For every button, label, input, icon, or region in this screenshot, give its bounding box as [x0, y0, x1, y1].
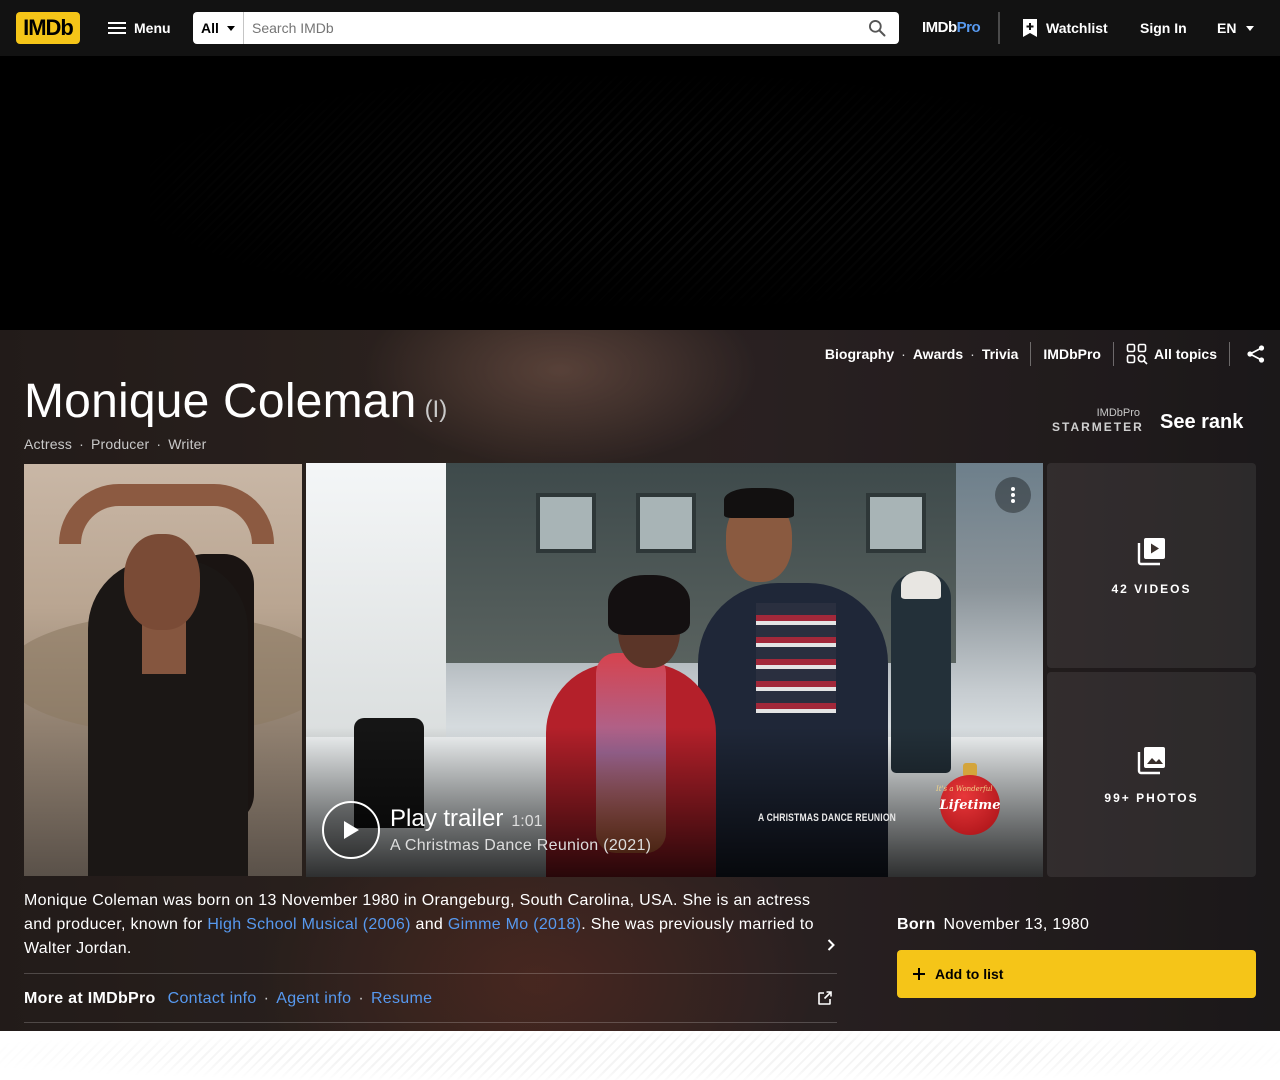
contact-info-link[interactable]: Contact info [168, 990, 257, 1008]
role-item: Actress [24, 436, 73, 452]
search-category-dropdown[interactable]: All [193, 12, 244, 44]
search-icon[interactable] [861, 12, 893, 44]
search-input[interactable] [244, 13, 861, 43]
bio-summary[interactable]: Monique Coleman was born on 13 November … [24, 889, 824, 961]
imdbpro-logo[interactable]: IMDbPro [922, 19, 981, 36]
dot-separator: · [263, 990, 270, 1007]
bio-text-2: and [410, 916, 448, 933]
watchlist-label: Watchlist [1046, 20, 1108, 36]
dot-separator: · [79, 436, 84, 452]
all-topics-label: All topics [1153, 346, 1217, 362]
more-options-icon[interactable] [995, 477, 1031, 513]
sign-in-button[interactable]: Sign In [1140, 12, 1187, 44]
imdb-logo[interactable]: IMDb [16, 12, 80, 44]
ad-banner [0, 56, 1280, 330]
plus-icon [913, 968, 925, 980]
caret-down-icon [226, 25, 235, 31]
watchlist-button[interactable]: Watchlist [1022, 12, 1108, 44]
videos-tile[interactable]: 42 VIDEOS [1047, 463, 1256, 668]
subnav-divider [1112, 342, 1114, 366]
more-at-imdbpro-label: More at IMDbPro [24, 990, 156, 1007]
subnav-divider [1030, 342, 1032, 366]
imdbpro-logo-imdb: IMDb [922, 19, 957, 36]
search-bar: All [193, 12, 899, 44]
photos-tile[interactable]: 99+ PHOTOS [1047, 672, 1256, 877]
all-topics-button[interactable]: All topics [1126, 343, 1217, 365]
resume-link[interactable]: Resume [371, 990, 432, 1008]
play-trailer-link[interactable]: Play trailer 1:01 [390, 805, 543, 833]
subnav-imdbpro[interactable]: IMDbPro [1043, 346, 1101, 362]
chevron-right-icon[interactable] [824, 938, 838, 957]
photo-library-icon [1137, 746, 1165, 774]
see-rank-link[interactable]: See rank [1160, 411, 1243, 434]
lifetime-logo-text: Lifetime [939, 797, 1001, 813]
subnav-divider [1229, 342, 1230, 366]
primary-photo[interactable] [24, 464, 302, 876]
role-item: Producer [90, 436, 150, 452]
ad-placeholder-pattern [150, 76, 1130, 306]
dot-separator: · [156, 436, 162, 452]
dot-separator: · [970, 346, 975, 362]
play-trailer-label: Play trailer [390, 805, 504, 832]
add-to-list-label: Add to list [935, 966, 1004, 982]
ornament-tagline: It's a Wonderful [936, 785, 993, 793]
person-hero: Biography · Awards · Trivia IMDbPro All … [0, 330, 1280, 1031]
born-info: Born November 13, 1980 [897, 916, 1089, 934]
trailer-title: A Christmas Dance Reunion (2021) [390, 837, 652, 854]
nav-divider [998, 12, 1000, 44]
hamburger-icon [108, 22, 126, 34]
dot-separator: · [901, 346, 906, 362]
trailer-video[interactable]: A CHRISTMAS DANCE REUNION Lifetime It's … [306, 463, 1043, 877]
dot-separator: · [358, 990, 364, 1007]
imdbpro-links-row: More at IMDbPro Contact info · Agent inf… [24, 987, 837, 1011]
grid-search-icon [1126, 343, 1148, 365]
person-name-suffix: (I) [424, 396, 448, 423]
subnav-biography[interactable]: Biography [825, 346, 894, 362]
menu-button[interactable]: Menu [104, 12, 175, 44]
page-content-below [0, 1031, 1280, 1080]
video-library-icon [1137, 537, 1165, 565]
divider [24, 973, 837, 974]
person-title: Monique Coleman (I) [24, 374, 447, 429]
divider [24, 1022, 837, 1023]
person-name: Monique Coleman [24, 375, 417, 428]
photos-count: 99+ PHOTOS [1104, 790, 1199, 805]
language-label: EN [1217, 20, 1237, 36]
trailer-duration: 1:01 [511, 813, 543, 830]
external-link-icon[interactable] [817, 990, 833, 1011]
starmeter-pro: IMDbPro [1096, 407, 1140, 419]
known-for-link-2[interactable]: Gimme Mo (2018) [448, 916, 581, 933]
subnav-trivia[interactable]: Trivia [982, 346, 1019, 362]
subnav: Biography · Awards · Trivia IMDbPro All … [825, 342, 1280, 366]
starmeter-title: STARMETER [1052, 420, 1144, 434]
person-roles: Actress · Producer · Writer [24, 436, 207, 452]
search-category-label: All [201, 20, 219, 36]
starmeter-label: IMDbPro STARMETER [1052, 407, 1144, 434]
known-for-link-1[interactable]: High School Musical (2006) [207, 916, 410, 933]
menu-label: Menu [134, 20, 171, 36]
agent-info-link[interactable]: Agent info [276, 990, 351, 1008]
trailer-overlay-title: A CHRISTMAS DANCE REUNION [758, 812, 897, 824]
born-label: Born [897, 916, 936, 933]
ad-placeholder-pattern [0, 1031, 1280, 1080]
subnav-awards[interactable]: Awards [913, 346, 963, 362]
role-item: Writer [168, 436, 207, 452]
born-date[interactable]: November 13, 1980 [944, 916, 1090, 934]
imdbpro-logo-pro: Pro [956, 19, 981, 36]
language-dropdown[interactable]: EN [1217, 12, 1255, 44]
top-navbar: IMDb Menu All IMDbPro Watchlist Sign In … [0, 0, 1280, 56]
bookmark-plus-icon [1023, 19, 1037, 37]
lifetime-logo: Lifetime [940, 775, 1000, 835]
videos-count: 42 VIDEOS [1111, 581, 1192, 596]
caret-down-icon [1246, 25, 1255, 31]
add-to-list-button[interactable]: Add to list [897, 950, 1256, 998]
play-icon[interactable] [322, 801, 380, 859]
share-icon[interactable] [1246, 344, 1266, 364]
